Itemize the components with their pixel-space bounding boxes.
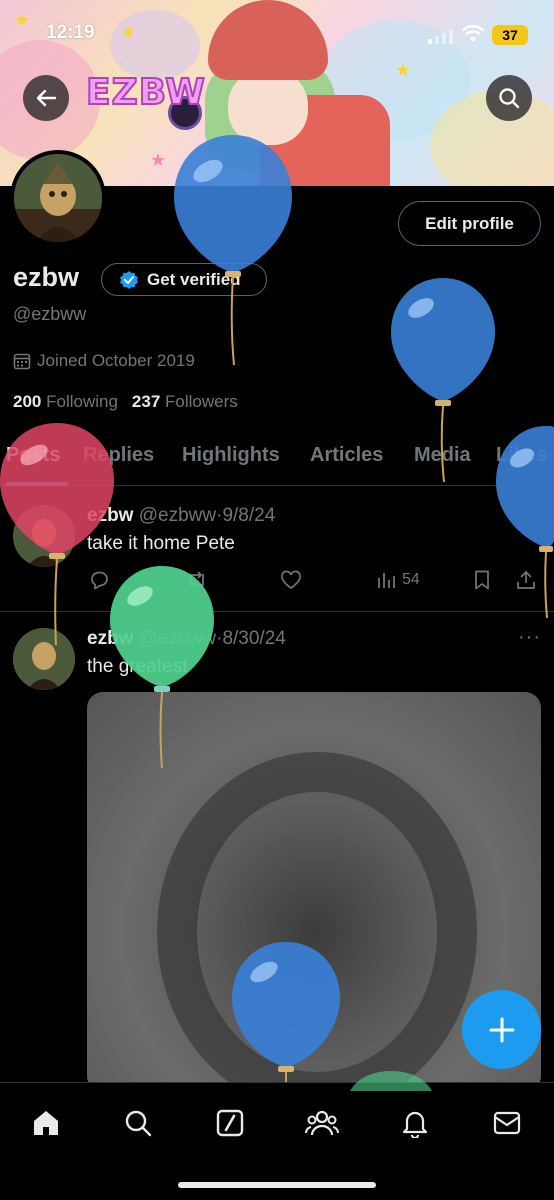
banner-character [208,0,328,80]
nav-search[interactable] [118,1103,158,1143]
battery-indicator: 37 [492,25,528,45]
banner-logo: EZBW [85,71,206,114]
post-header: ezbw @ezbww·8/30/24 [87,628,286,650]
share-icon [517,570,535,589]
active-tab-indicator [6,482,68,486]
avatar-image [13,628,75,690]
nav-messages[interactable] [487,1103,527,1143]
like-icon [281,570,301,590]
back-arrow-icon [36,89,57,107]
nav-home[interactable] [26,1103,66,1143]
calendar-icon [13,353,31,370]
edit-profile-button[interactable]: Edit profile [398,201,541,246]
post-header: ezbw @ezbww·9/8/24 [87,505,275,527]
grok-icon [216,1109,244,1137]
star-decor: ★ [120,22,137,42]
nav-notifications[interactable] [395,1103,435,1143]
tab-posts[interactable]: Posts [6,444,60,467]
reply-icon [91,571,108,590]
followers-link[interactable]: 237 Followers [132,392,238,411]
joined-date: Joined October 2019 [13,351,195,371]
bookmark-icon [475,570,489,590]
share-button[interactable] [515,569,537,591]
back-button[interactable] [23,75,69,121]
search-button[interactable] [486,75,532,121]
tab-articles[interactable]: Articles [310,444,383,467]
media-content [157,752,477,1092]
nav-communities[interactable] [302,1103,342,1143]
views-icon [378,573,395,588]
status-time: 12:19 [46,22,95,43]
home-indicator[interactable] [178,1182,376,1188]
followers-count: 237 [131,392,161,411]
following-label: Following [46,392,118,411]
tab-replies[interactable]: Replies [83,444,154,467]
followers-label: Followers [165,392,238,411]
compose-button[interactable] [462,990,541,1069]
nav-grok[interactable] [210,1103,250,1143]
wifi-icon [461,25,485,42]
communities-icon [305,1110,339,1136]
plus-icon [489,1017,514,1042]
post-text: the greatest [87,656,188,677]
get-verified-button[interactable]: Get verified [101,263,267,296]
star-decor: ★ [150,150,167,170]
star-decor: ★ [14,10,31,30]
star-decor: ★ [395,60,412,80]
banner-character [228,70,308,145]
post-avatar[interactable] [13,628,75,690]
home-icon [34,1111,58,1135]
joined-label: Joined October 2019 [37,351,195,370]
post-author-name[interactable]: ezbw [87,628,133,649]
verified-badge-icon [120,270,138,289]
views-button[interactable]: 54 [376,569,420,591]
like-button[interactable] [280,569,302,591]
post-author-handle[interactable]: @ezbww [139,505,216,526]
post-text: take it home Pete [87,533,235,554]
signal-icon [428,30,453,44]
avatar-image [14,154,102,242]
profile-avatar[interactable] [10,150,106,246]
post-author-name[interactable]: ezbw [87,505,133,526]
tab-likes[interactable]: Likes [496,444,547,467]
profile-tabs: Posts Replies Highlights Articles Media … [0,432,554,486]
notifications-icon [402,1111,428,1138]
post-date[interactable]: 8/30/24 [222,628,285,649]
profile-handle: @ezbww [13,304,87,324]
messages-icon [493,1111,521,1135]
following-link[interactable]: 200 Following [13,392,118,411]
following-count: 200 [13,392,42,411]
tab-highlights[interactable]: Highlights [182,444,280,467]
reply-button[interactable] [88,569,110,591]
follow-stats: 200 Following 237 Followers [13,392,238,412]
post-divider [0,611,554,612]
post-more-button[interactable]: ··· [518,626,541,649]
search-icon [499,88,520,109]
bookmark-button[interactable] [471,569,493,591]
post-avatar[interactable] [13,505,75,567]
display-name: ezbw [13,262,80,292]
repost-icon [190,571,204,589]
get-verified-label: Get verified [147,269,241,289]
post-author-handle[interactable]: @ezbww [139,628,216,649]
search-icon [125,1110,152,1137]
repost-button[interactable] [186,569,208,591]
avatar-image [13,505,75,567]
banner-decor [110,10,200,80]
views-count: 54 [402,571,420,588]
tab-media[interactable]: Media [414,444,471,467]
post-date[interactable]: 9/8/24 [222,505,275,526]
